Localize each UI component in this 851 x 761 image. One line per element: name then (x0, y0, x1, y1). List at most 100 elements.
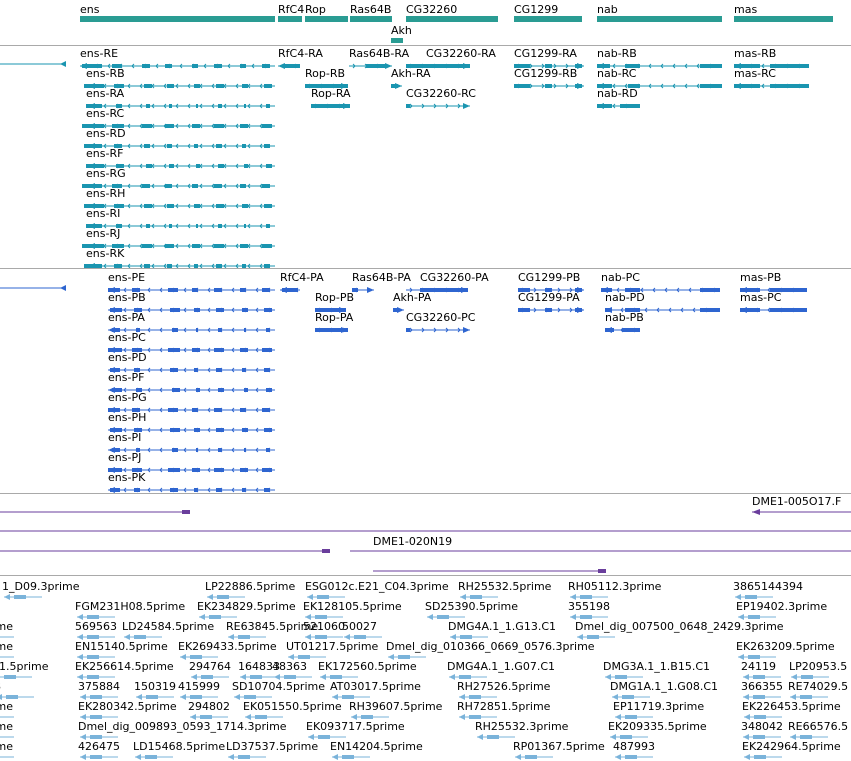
mrna-ens-ra[interactable]: ens-RA (86, 87, 275, 109)
mrna-ens-ri[interactable]: ens-RI (86, 207, 275, 229)
mrna-cg1299-ra[interactable]: CG1299-RA (514, 47, 584, 69)
est-feature[interactable]: Dmel_dig_007500_0648_2429.3prime (575, 620, 784, 640)
est-feature[interactable]: 375884 (78, 680, 120, 700)
est-feature[interactable]: RH25532.5prime (458, 580, 552, 600)
mrna-nab-rc[interactable]: nab-RC (597, 67, 722, 89)
mrna-ens-rc[interactable]: ens-RC (82, 107, 275, 129)
est-feature[interactable]: RP01367.5prime (513, 740, 605, 760)
protein-ens-pg[interactable]: ens-PG (108, 391, 275, 413)
est-feature[interactable]: 348042 (741, 720, 783, 740)
est-feature[interactable]: LD15468.5prime (133, 740, 225, 760)
protein-cg32260-pc[interactable]: CG32260-PC (406, 311, 476, 333)
est-feature[interactable]: EK280342.5prime (78, 700, 177, 720)
est-feature[interactable]: LD24584.5prime (122, 620, 214, 640)
est-feature[interactable]: RE74029.5 (788, 680, 848, 700)
est-feature[interactable]: 24119 (741, 660, 781, 680)
protein-akh-pa[interactable]: Akh-PA (393, 291, 432, 313)
est-feature[interactable]: 415999 (178, 680, 220, 700)
est-feature[interactable]: 294802 (188, 700, 230, 720)
protein-ens-pj[interactable]: ens-PJ (108, 451, 275, 473)
protein-ens-pi[interactable]: ens-PI (108, 431, 275, 453)
protein-ens-pk[interactable]: ens-PK (108, 471, 275, 493)
est-feature[interactable]: EK269433.5prime (178, 640, 277, 660)
protein-ens-pf[interactable]: ens-PF (108, 371, 275, 393)
mrna-cg1299-rb[interactable]: CG1299-RB (514, 67, 584, 89)
est-feature[interactable]: EK209335.5prime (608, 720, 707, 740)
mrna-rop-rb[interactable]: Rop-RB (305, 67, 348, 89)
protein-rop-pb[interactable]: Rop-PB (315, 291, 354, 313)
protein-cg32260-pa[interactable]: CG32260-PA (406, 271, 489, 293)
protein-nab-pd[interactable]: nab-PD (605, 291, 720, 313)
protein-cg1299-pb[interactable]: CG1299-PB (518, 271, 584, 293)
mrna-ens-rb[interactable]: ens-RB (84, 67, 275, 89)
protein-nab-pc[interactable]: nab-PC (601, 271, 720, 293)
mrna-cg32260-rc[interactable]: CG32260-RC (406, 87, 476, 109)
gene-akh[interactable]: Akh (391, 24, 412, 43)
est-feature[interactable]: UT01217.5prime (286, 640, 379, 660)
mrna-rop-ra[interactable]: Rop-RA (311, 87, 351, 109)
mrna-mas-rb[interactable]: mas-RB (734, 47, 809, 69)
protein-nab-pb[interactable]: nab-PB (605, 311, 644, 333)
est-feature[interactable]: Dmel_dig_009893_0593_1714.3prime (78, 720, 287, 740)
gene-rop[interactable]: Rop (305, 3, 348, 22)
est-feature[interactable]: RH05112.3prime (568, 580, 662, 600)
gene-ras64b[interactable]: Ras64B (350, 3, 392, 22)
est-feature[interactable]: 5prime (0, 720, 14, 740)
est-feature[interactable]: 5prime (0, 640, 14, 660)
est-feature[interactable]: EP19402.3prime (736, 600, 827, 620)
protein-ens-pa[interactable]: ens-PA (108, 311, 275, 333)
est-feature[interactable]: EP11719.3prime (613, 700, 704, 720)
est-feature[interactable]: EK242964.5prime (742, 740, 841, 760)
gene-ens[interactable]: ens (80, 3, 275, 22)
est-feature[interactable]: 355198 (568, 600, 610, 620)
est-feature[interactable]: 5prime (0, 620, 14, 640)
gene-cg1299[interactable]: CG1299 (514, 3, 582, 22)
protein-cg1299-pa[interactable]: CG1299-PA (518, 291, 584, 313)
mrna-akh-ra[interactable]: Akh-RA (391, 67, 431, 89)
mrna-nab-rb[interactable]: nab-RB (597, 47, 722, 69)
est-feature[interactable]: RE66576.5 (788, 720, 848, 740)
est-feature[interactable]: Dmel_dig_010366_0669_0576.3prime (386, 640, 595, 660)
est-feature[interactable]: EK256614.5prime (75, 660, 174, 680)
est-feature[interactable]: 1_D09.3prime (2, 580, 80, 600)
est-feature[interactable]: SD25390.5prime (425, 600, 518, 620)
mrna-cg32260-ra[interactable]: CG32260-RA (406, 47, 496, 69)
est-feature[interactable]: 569563 (75, 620, 117, 640)
est-feature[interactable]: RH72851.5prime (457, 700, 551, 720)
est-feature[interactable]: AT03017.5prime (330, 680, 421, 700)
gene-cg32260[interactable]: CG32260 (406, 3, 498, 22)
mrna-ens-rh[interactable]: ens-RH (84, 187, 275, 209)
est-feature[interactable]: 426475 (78, 740, 120, 760)
mrna-ens-rg[interactable]: ens-RG (82, 167, 275, 189)
est-feature[interactable]: LD37537.5prime (226, 740, 318, 760)
protein-rfc4-pa[interactable]: RfC4-PA (280, 271, 324, 293)
protein-mas-pb[interactable]: mas-PB (740, 271, 807, 293)
est-feature[interactable]: DMG4A.1_1.G07.C1 (447, 660, 555, 680)
est-feature[interactable]: EK093717.5prime (306, 720, 405, 740)
mrna-nab-rd[interactable]: nab-RD (597, 87, 640, 109)
est-feature[interactable]: EN15140.5prime (75, 640, 168, 660)
protein-ens-pe[interactable]: ens-PE (108, 271, 275, 293)
mrna-ras64b-ra[interactable]: Ras64B-RA (349, 47, 410, 69)
gene-mas[interactable]: mas (734, 3, 833, 22)
clone-dme1-020n19[interactable]: DME1-020N19 (373, 535, 606, 573)
mrna-mas-rc[interactable]: mas-RC (734, 67, 809, 89)
est-feature[interactable]: LP22886.5prime (205, 580, 296, 600)
protein-ens-pb[interactable]: ens-PB (108, 291, 275, 313)
est-feature[interactable]: DMG4A.1_1.G13.C1 (448, 620, 556, 640)
est-feature[interactable]: EN14204.5prime (330, 740, 423, 760)
protein-ens-ph[interactable]: ens-PH (108, 411, 275, 433)
est-feature[interactable]: 50027 (342, 620, 382, 640)
mrna-ens-rj[interactable]: ens-RJ (82, 227, 275, 249)
est-feature[interactable]: EK263209.5prime (736, 640, 835, 660)
est-feature[interactable]: 294764 (189, 660, 231, 680)
est-feature[interactable]: EK051550.5prime (243, 700, 342, 720)
est-feature[interactable]: SD10704.5prime (232, 680, 325, 700)
mrna-ens-rk[interactable]: ens-RK (84, 247, 275, 269)
mrna-ens-re[interactable]: ens-RE (80, 47, 275, 69)
est-feature[interactable]: RH39607.5prime (349, 700, 443, 720)
est-feature[interactable]: EK234829.5prime (197, 600, 296, 620)
mrna-ens-rf[interactable]: ens-RF (86, 147, 275, 169)
est-feature[interactable]: 5prime (0, 700, 14, 720)
est-feature[interactable]: EK226453.5prime (742, 700, 841, 720)
